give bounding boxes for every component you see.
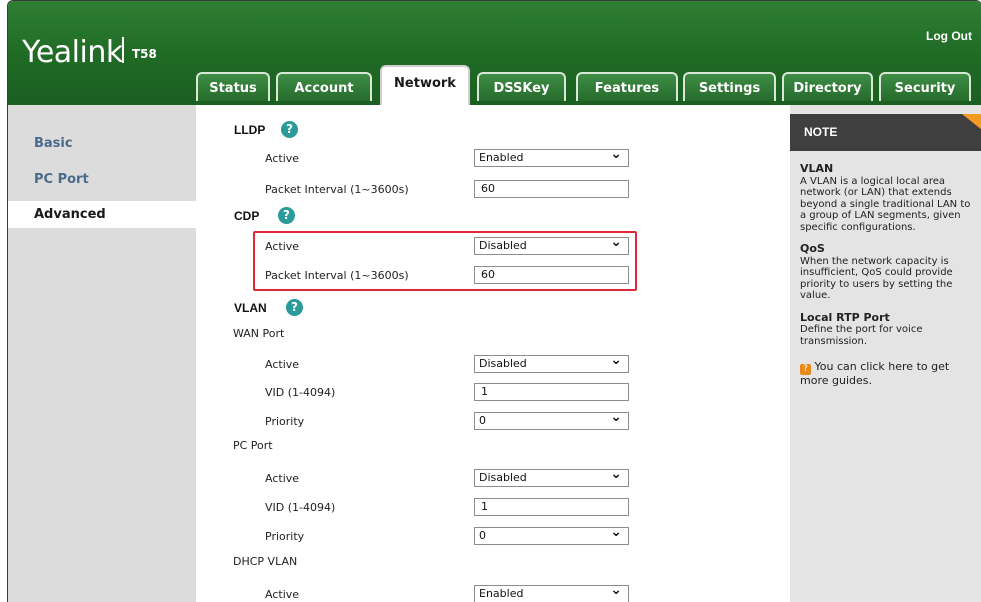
- cdp-interval-input[interactable]: 60: [474, 266, 629, 284]
- chevron-down-icon: ⌄: [610, 466, 622, 482]
- vlan-title: VLAN: [234, 301, 267, 315]
- note-rtp-text: Define the port for voice transmission.: [800, 324, 923, 347]
- dhcp-vlan-label: DHCP VLAN: [233, 555, 298, 568]
- lldp-active-select[interactable]: Enabled ⌄: [474, 146, 629, 167]
- tab-status[interactable]: Status: [196, 72, 270, 101]
- note-body: VLAN A VLAN is a logical local area netw…: [800, 163, 978, 397]
- pc-priority-label: Priority: [265, 530, 305, 543]
- cdp-help-icon[interactable]: ?: [278, 207, 295, 224]
- tab-account[interactable]: Account: [276, 72, 372, 101]
- chevron-down-icon: ⌄: [610, 352, 622, 368]
- note-vlan-title: VLAN: [800, 162, 834, 175]
- lldp-interval-label: Packet Interval (1~3600s): [265, 183, 409, 196]
- sidebar-item-pc-port[interactable]: PC Port: [8, 166, 196, 193]
- guide-link[interactable]: ? You can click here to get more guides.: [800, 361, 978, 387]
- tab-features[interactable]: Features: [576, 72, 678, 101]
- wan-active-select[interactable]: Disabled ⌄: [474, 352, 629, 373]
- note-rtp-title: Local RTP Port: [800, 310, 890, 324]
- wan-priority-label: Priority: [265, 415, 305, 428]
- pc-active-value: Disabled: [479, 471, 527, 484]
- dhcp-active-label: Active: [265, 588, 300, 601]
- lldp-help-icon[interactable]: ?: [281, 121, 298, 138]
- wan-active-label: Active: [265, 358, 300, 371]
- sidebar-item-advanced[interactable]: Advanced: [8, 201, 196, 228]
- pc-active-select[interactable]: Disabled ⌄: [474, 466, 629, 487]
- tab-security[interactable]: Security: [879, 72, 971, 101]
- note-corner-icon: [962, 114, 981, 130]
- pc-port-label: PC Port: [233, 439, 273, 452]
- sidebar: Basic PC Port Advanced: [8, 105, 196, 602]
- pc-priority-select[interactable]: 0 ⌄: [474, 524, 629, 545]
- settings-panel: LLDP ? Active Enabled ⌄ Packet Interval …: [196, 105, 786, 602]
- vlan-help-icon[interactable]: ?: [286, 299, 303, 316]
- dhcp-active-select[interactable]: Enabled ⌄: [474, 582, 629, 602]
- chevron-down-icon: ⌄: [610, 234, 622, 250]
- wan-vid-input[interactable]: 1: [474, 383, 629, 401]
- model-label: T58: [122, 37, 157, 63]
- pc-vid-input[interactable]: 1: [474, 498, 629, 516]
- wan-priority-value: 0: [479, 414, 486, 427]
- pc-vid-label: VID (1-4094): [265, 501, 336, 514]
- lldp-active-value: Enabled: [479, 151, 524, 164]
- tab-settings[interactable]: Settings: [683, 72, 776, 101]
- chevron-down-icon: ⌄: [610, 524, 622, 540]
- guide-text[interactable]: You can click here to get more guides.: [800, 360, 949, 387]
- pc-active-label: Active: [265, 472, 300, 485]
- note-panel: NOTE VLAN A VLAN is a logical local area…: [790, 105, 981, 602]
- wan-priority-select[interactable]: 0 ⌄: [474, 409, 629, 430]
- wan-vid-label: VID (1-4094): [265, 386, 336, 399]
- note-vlan-text: A VLAN is a logical local area network (…: [800, 175, 971, 233]
- logout-link[interactable]: Log Out: [926, 29, 972, 43]
- tab-dsskey[interactable]: DSSKey: [477, 72, 566, 101]
- brand-logo: Yealink: [22, 35, 123, 70]
- wan-port-label: WAN Port: [233, 327, 285, 340]
- chevron-down-icon: ⌄: [610, 582, 622, 598]
- note-qos-text: When the network capacity is insufficien…: [800, 255, 953, 302]
- chevron-down-icon: ⌄: [610, 409, 622, 425]
- cdp-active-select[interactable]: Disabled ⌄: [474, 234, 629, 255]
- browser-page: Yealink T58 Log Out Status Account Netwo…: [7, 0, 981, 602]
- header-bar: Yealink T58 Log Out Status Account Netwo…: [8, 1, 981, 105]
- tab-directory[interactable]: Directory: [782, 72, 873, 101]
- chevron-down-icon: ⌄: [610, 146, 622, 162]
- cdp-active-value: Disabled: [479, 239, 527, 252]
- lldp-title: LLDP: [234, 123, 266, 137]
- tab-network[interactable]: Network: [380, 65, 470, 105]
- note-title: NOTE: [790, 114, 981, 151]
- cdp-title: CDP: [234, 209, 260, 223]
- cdp-active-label: Active: [265, 240, 300, 253]
- wan-active-value: Disabled: [479, 357, 527, 370]
- note-qos-title: QoS: [800, 242, 825, 255]
- lldp-interval-input[interactable]: 60: [474, 180, 629, 198]
- sidebar-item-basic[interactable]: Basic: [8, 130, 196, 157]
- dhcp-active-value: Enabled: [479, 587, 524, 600]
- lldp-active-label: Active: [265, 152, 300, 165]
- cdp-interval-label: Packet Interval (1~3600s): [265, 269, 409, 282]
- pc-priority-value: 0: [479, 529, 486, 542]
